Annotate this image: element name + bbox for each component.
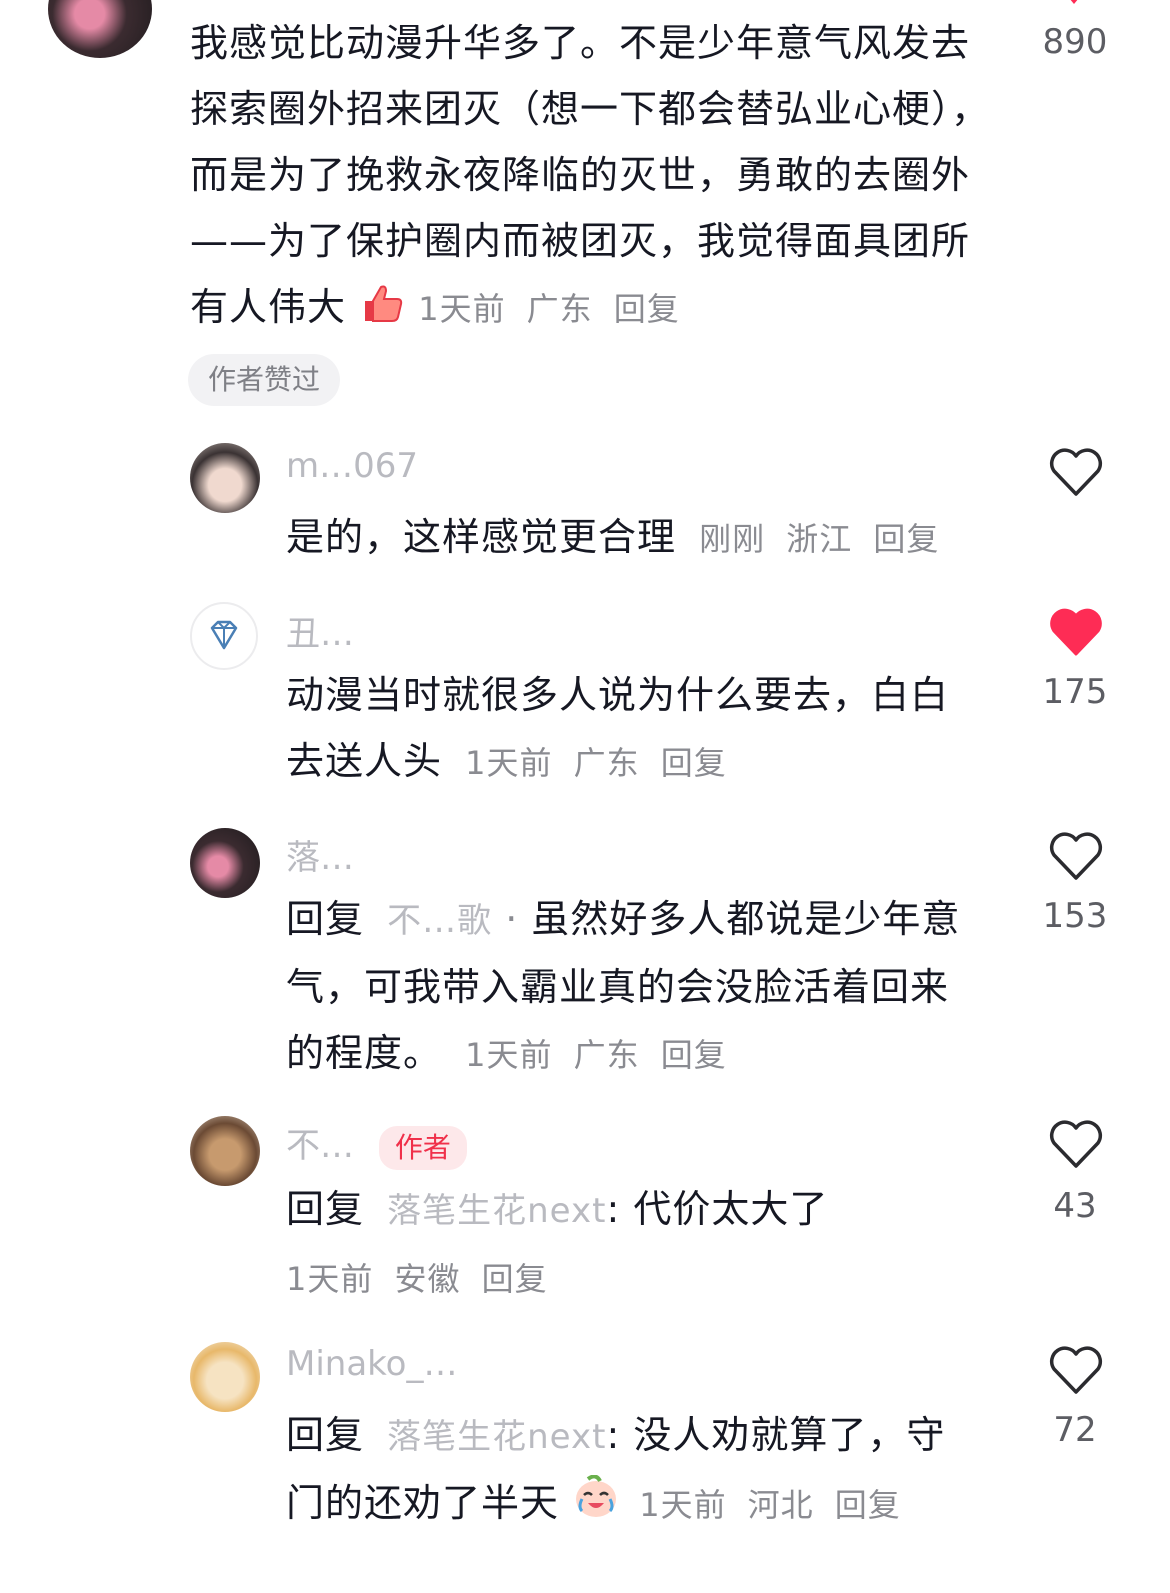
author-liked-badge: 作者赞过 bbox=[188, 354, 341, 406]
top-comment-text: 我感觉比动漫升华多了。不是少年意气风发去探索圈外招来团灭（想一下都会替弘业心梗）… bbox=[190, 21, 991, 329]
reply-5-location: 河北 bbox=[747, 1486, 814, 1524]
heart-outline-icon bbox=[1049, 1120, 1103, 1168]
reply-1-location: 浙江 bbox=[786, 520, 853, 558]
reply-4-separator: : bbox=[606, 1187, 634, 1231]
top-like-count: 890 bbox=[1042, 22, 1108, 62]
top-comment-reply-button[interactable]: 回复 bbox=[614, 290, 680, 328]
reply-1-like-button[interactable] bbox=[1048, 448, 1104, 502]
reply-1-reply-button[interactable]: 回复 bbox=[873, 520, 939, 558]
reply-4-location: 安徽 bbox=[394, 1260, 461, 1298]
heart-outline-icon bbox=[1049, 1346, 1103, 1394]
reply-5-like-button[interactable] bbox=[1048, 1346, 1104, 1400]
reply-4-text: 代价太大了 bbox=[633, 1187, 829, 1231]
reply-3-time: 1天前 bbox=[465, 1036, 553, 1074]
reply-1-text: 是的，这样感觉更合理 bbox=[286, 515, 677, 559]
reply-2-location: 广东 bbox=[573, 744, 640, 782]
top-comment-location: 广东 bbox=[526, 290, 593, 328]
reply-5-prefix: 回复 bbox=[286, 1413, 365, 1457]
reply-1-time: 刚刚 bbox=[699, 520, 766, 558]
reply-5-separator: : bbox=[606, 1413, 634, 1457]
reply-4-username-row: 不… 作者 bbox=[286, 1118, 467, 1170]
reply-3-avatar[interactable] bbox=[190, 828, 260, 898]
top-liked-heart-icon[interactable] bbox=[1062, 0, 1086, 4]
reply-3-reply-to[interactable]: 不…歌 bbox=[387, 901, 492, 941]
reply-4-prefix: 回复 bbox=[286, 1187, 365, 1231]
reply-2-username[interactable]: 丑… bbox=[286, 606, 354, 654]
reply-1-username[interactable]: m…067 bbox=[286, 446, 418, 492]
reply-4-avatar[interactable] bbox=[190, 1116, 260, 1186]
top-comment-body: 我感觉比动漫升华多了。不是少年意气风发去探索圈外招来团灭（想一下都会替弘业心梗）… bbox=[190, 10, 1002, 343]
top-commenter-avatar[interactable] bbox=[48, 0, 152, 58]
reply-4-reply-to[interactable]: 落笔生花next bbox=[387, 1191, 606, 1231]
reply-4-like-button[interactable] bbox=[1048, 1120, 1104, 1174]
author-badge: 作者 bbox=[378, 1125, 467, 1170]
reply-4-username[interactable]: 不… bbox=[286, 1126, 354, 1166]
reply-1-avatar[interactable] bbox=[190, 443, 260, 513]
reply-2-reply-button[interactable]: 回复 bbox=[661, 744, 727, 782]
diamond-icon bbox=[210, 620, 238, 650]
reply-4-time: 1天前 bbox=[286, 1260, 374, 1298]
reply-3-like-button[interactable] bbox=[1048, 832, 1104, 886]
reply-5-body: 回复 落笔生花next: 没人劝就算了，守门的还劝了半天 1天前 河北 回复 bbox=[286, 1402, 976, 1539]
reply-5-like-count: 72 bbox=[1053, 1410, 1097, 1450]
reply-3-reply-button[interactable]: 回复 bbox=[661, 1036, 727, 1074]
reply-5-reply-button[interactable]: 回复 bbox=[835, 1486, 901, 1524]
reply-2-time: 1天前 bbox=[465, 744, 553, 782]
reply-3-location: 广东 bbox=[573, 1036, 640, 1074]
reply-2-avatar[interactable] bbox=[190, 602, 258, 670]
reply-4-like-count: 43 bbox=[1053, 1186, 1097, 1226]
reply-2-like-count: 175 bbox=[1042, 672, 1108, 712]
reply-5-username[interactable]: Minako_… bbox=[286, 1344, 457, 1390]
heart-outline-icon bbox=[1049, 448, 1103, 496]
reply-5-time: 1天前 bbox=[639, 1486, 727, 1524]
heart-filled-icon bbox=[1050, 608, 1102, 656]
thumbs-up-emoji bbox=[359, 277, 405, 343]
reply-5-reply-to[interactable]: 落笔生花next bbox=[387, 1417, 606, 1457]
reply-4-reply-button[interactable]: 回复 bbox=[482, 1260, 548, 1298]
reply-2-like-button[interactable] bbox=[1048, 608, 1104, 662]
reply-3-like-count: 153 bbox=[1042, 896, 1108, 936]
reply-1-body: 是的，这样感觉更合理 刚刚 浙江 回复 bbox=[286, 504, 986, 572]
crying-laughing-emoji bbox=[572, 1473, 620, 1539]
reply-4-body: 回复 落笔生花next: 代价太大了 1天前 安徽 回复 bbox=[286, 1176, 976, 1312]
top-comment-time: 1天前 bbox=[418, 290, 506, 328]
reply-3-body: 回复 不…歌 · 虽然好多人都说是少年意气，可我带入霸业真的会没脸活着回来的程度… bbox=[286, 886, 976, 1088]
reply-2-body: 动漫当时就很多人说为什么要去，白白去送人头 1天前 广东 回复 bbox=[286, 662, 976, 796]
reply-5-avatar[interactable] bbox=[190, 1342, 260, 1412]
reply-3-username[interactable]: 落… bbox=[286, 830, 354, 878]
reply-3-prefix: 回复 bbox=[286, 897, 365, 941]
reply-3-separator: · bbox=[505, 897, 519, 941]
heart-outline-icon bbox=[1049, 832, 1103, 880]
